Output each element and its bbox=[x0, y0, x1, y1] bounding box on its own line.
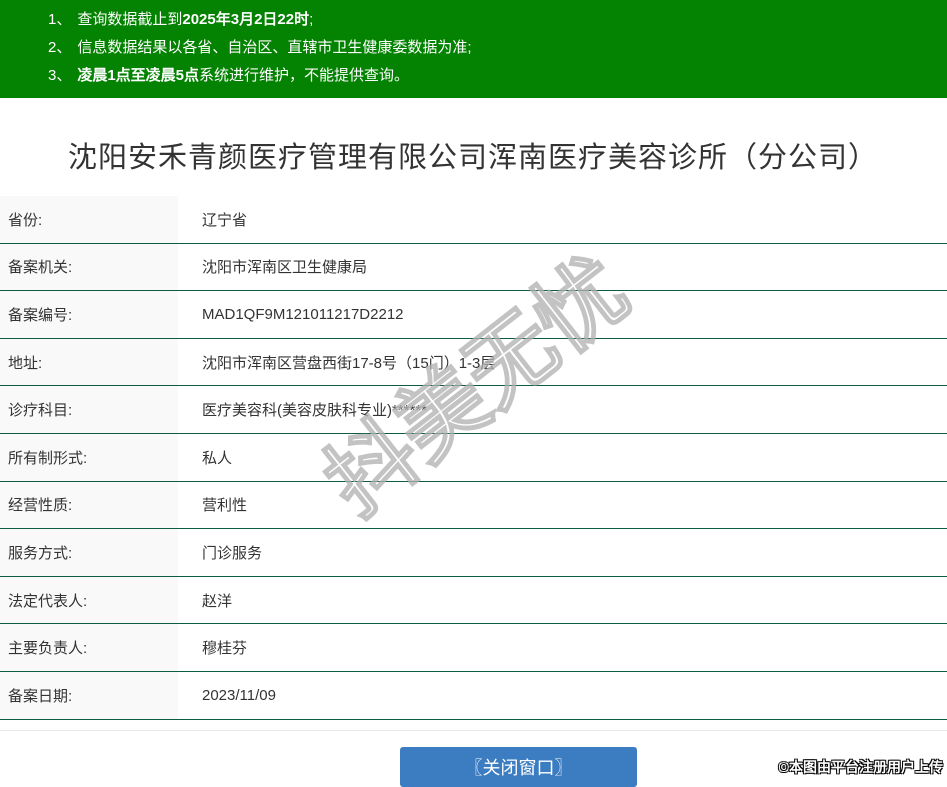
row-label: 备案编号: bbox=[0, 290, 178, 339]
table-row: 备案机关: 沈阳市浑南区卫生健康局 bbox=[0, 243, 947, 292]
notice-line-2: 2、 信息数据结果以各省、自治区、直辖市卫生健康委数据为准; bbox=[0, 34, 947, 62]
row-label: 经营性质: bbox=[0, 481, 178, 530]
row-label: 法定代表人: bbox=[0, 576, 178, 625]
notice-text: ; bbox=[309, 11, 314, 28]
row-value: 营利性 bbox=[178, 481, 947, 530]
table-row: 主要负责人: 穆桂芬 bbox=[0, 623, 947, 672]
table-row: 备案编号: MAD1QF9M121011217D2212 bbox=[0, 290, 947, 339]
row-label: 所有制形式: bbox=[0, 433, 178, 482]
table-row: 备案日期: 2023/11/09 bbox=[0, 671, 947, 720]
notice-number: 1、 bbox=[48, 11, 72, 28]
table-row: 服务方式: 门诊服务 bbox=[0, 528, 947, 577]
row-label: 诊疗科目: bbox=[0, 385, 178, 434]
table-row: 省份: 辽宁省 bbox=[0, 196, 947, 244]
row-value: 穆桂芬 bbox=[178, 623, 947, 672]
row-label: 省份: bbox=[0, 196, 178, 244]
record-info-table: 省份: 辽宁省 备案机关: 沈阳市浑南区卫生健康局 备案编号: MAD1QF9M… bbox=[0, 196, 947, 720]
notice-number: 3、 bbox=[48, 67, 72, 84]
row-value: 门诊服务 bbox=[178, 528, 947, 577]
table-row: 所有制形式: 私人 bbox=[0, 433, 947, 482]
row-label: 主要负责人: bbox=[0, 623, 178, 672]
table-row: 地址: 沈阳市浑南区营盘西街17-8号（15门）1-3层 bbox=[0, 338, 947, 387]
notice-bar: 1、 查询数据截止到2025年3月2日22时; 2、 信息数据结果以各省、自治区、直… bbox=[0, 0, 947, 98]
notice-number: 2、 bbox=[48, 39, 72, 56]
row-value: MAD1QF9M121011217D2212 bbox=[178, 290, 947, 339]
row-label: 备案日期: bbox=[0, 671, 178, 720]
notice-text: 信息数据结果以各省、自治区、直辖市卫生健康委数据为准; bbox=[77, 39, 472, 56]
row-label: 服务方式: bbox=[0, 528, 178, 577]
row-value: 沈阳市浑南区营盘西街17-8号（15门）1-3层 bbox=[178, 338, 947, 387]
table-row: 经营性质: 营利性 bbox=[0, 481, 947, 530]
row-value: 赵洋 bbox=[178, 576, 947, 625]
corner-upload-watermark: ©本图由平台注册用户上传 bbox=[778, 759, 943, 775]
close-window-button[interactable]: 〖关闭窗口〗 bbox=[400, 747, 637, 787]
notice-text: 系统进行维护，不能提供查询。 bbox=[199, 67, 410, 84]
row-value: 私人 bbox=[178, 433, 947, 482]
notice-line-3: 3、 凌晨1点至凌晨5点系统进行维护，不能提供查询。 bbox=[0, 62, 947, 90]
row-value: 医疗美容科(美容皮肤科专业)****** bbox=[178, 385, 947, 434]
page-title: 沈阳安禾青颜医疗管理有限公司浑南医疗美容诊所（分公司） bbox=[68, 142, 879, 174]
notice-text-bold: 凌晨1点至凌晨5点 bbox=[77, 67, 200, 84]
row-value: 辽宁省 bbox=[178, 196, 947, 244]
table-row: 诊疗科目: 医疗美容科(美容皮肤科专业)****** bbox=[0, 385, 947, 434]
notice-text: 查询数据截止到 bbox=[77, 11, 183, 28]
footer-divider bbox=[0, 730, 947, 731]
row-value: 2023/11/09 bbox=[178, 671, 947, 720]
row-value: 沈阳市浑南区卫生健康局 bbox=[178, 243, 947, 292]
notice-line-1: 1、 查询数据截止到2025年3月2日22时; bbox=[0, 6, 947, 34]
notice-text-bold: 2025年3月2日22时 bbox=[182, 11, 310, 28]
row-label: 地址: bbox=[0, 338, 178, 387]
row-label: 备案机关: bbox=[0, 243, 178, 292]
table-row: 法定代表人: 赵洋 bbox=[0, 576, 947, 625]
